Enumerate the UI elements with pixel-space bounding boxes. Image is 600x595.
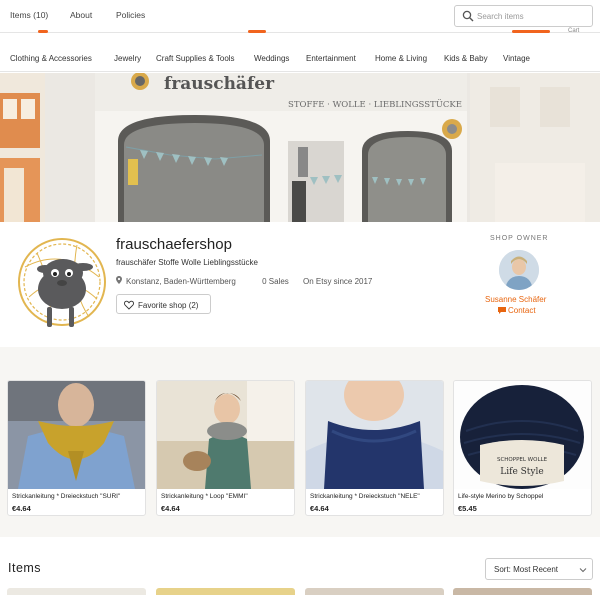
message-icon <box>498 307 506 314</box>
shop-tagline: frauschäfer Stoffe Wolle Lieblingsstücke <box>116 258 259 267</box>
cart-label[interactable]: Cart <box>568 28 579 34</box>
sort-dropdown[interactable]: Sort: Most Recent <box>485 558 593 580</box>
listing-price: €4.64 <box>310 504 329 513</box>
location-pin-icon <box>116 276 122 284</box>
category-clothing[interactable]: Clothing & Accessories <box>10 54 92 63</box>
shop-name: frauschaefershop <box>116 236 232 253</box>
listing-card[interactable]: SCHOPPEL WOLLE Life Style Life-style Mer… <box>453 380 592 516</box>
shop-location: Konstanz, Baden-Württemberg <box>116 276 250 286</box>
search-box[interactable]: Search items <box>454 5 593 27</box>
accent-mark <box>38 30 48 33</box>
listing-card-peek[interactable] <box>305 588 444 595</box>
search-placeholder[interactable]: Search items <box>477 12 524 21</box>
yarn-brand: SCHOPPEL WOLLE <box>497 457 548 463</box>
featured-listings: Strickanleitung * Dreieckstuch "SURI" €4… <box>0 347 600 537</box>
listing-title[interactable]: Strickanleitung * Loop "EMMI" <box>161 493 248 500</box>
listing-card[interactable]: Strickanleitung * Loop "EMMI" €4.64 <box>156 380 295 516</box>
listing-photo[interactable] <box>8 381 145 489</box>
sort-label: Sort: Most Recent <box>494 565 559 574</box>
category-kids-baby[interactable]: Kids & Baby <box>444 54 488 63</box>
category-vintage[interactable]: Vintage <box>503 54 530 63</box>
owner-name-link[interactable]: Susanne Schäfer <box>485 295 546 304</box>
about-link[interactable]: About <box>70 10 92 20</box>
contact-owner-link[interactable]: Contact <box>498 306 536 315</box>
listing-photo[interactable] <box>306 381 443 489</box>
items-link[interactable]: Items (10) <box>10 10 48 20</box>
items-heading: Items <box>8 561 42 575</box>
listing-title[interactable]: Strickanleitung * Dreieckstuch "SURI" <box>12 493 120 500</box>
shop-info: frauschaefershop frauschäfer Stoffe Woll… <box>0 222 600 347</box>
listing-price: €4.64 <box>161 504 180 513</box>
category-entertainment[interactable]: Entertainment <box>306 54 356 63</box>
chevron-down-icon <box>579 568 587 573</box>
listing-title[interactable]: Life-style Merino by Schoppel <box>458 493 543 500</box>
category-jewelry[interactable]: Jewelry <box>114 54 141 63</box>
listing-price: €4.64 <box>12 504 31 513</box>
category-craft-supplies[interactable]: Craft Supplies & Tools <box>156 54 235 63</box>
policies-link[interactable]: Policies <box>116 10 145 20</box>
shop-meta: Konstanz, Baden-Württemberg 0 Sales On E… <box>116 276 384 286</box>
shop-banner: frauschäfer STOFFE · WOLLE · LIEBLINGSST… <box>0 73 600 222</box>
listing-price: €5.45 <box>458 504 477 513</box>
shop-location-text: Konstanz, Baden-Württemberg <box>126 277 236 286</box>
accent-mark <box>512 30 550 33</box>
contact-label: Contact <box>508 306 536 315</box>
accent-mark <box>248 30 266 33</box>
shop-since: On Etsy since 2017 <box>303 277 373 286</box>
shop-owner-heading: SHOP OWNER <box>490 235 549 242</box>
owner-photo <box>499 250 539 290</box>
top-nav: Items (10) About Policies Cart Search it… <box>0 0 600 34</box>
listing-photo[interactable] <box>157 381 294 489</box>
yarn-line: Life Style <box>500 467 543 477</box>
listing-title[interactable]: Strickanleitung * Dreieckstuch "NELE" <box>310 493 420 500</box>
banner-brand: frauschäfer <box>164 74 275 94</box>
shop-logo[interactable] <box>17 237 107 337</box>
category-bar: Clothing & Accessories Jewelry Craft Sup… <box>0 45 600 72</box>
listing-photo[interactable]: SCHOPPEL WOLLE Life Style <box>454 381 591 489</box>
listing-card[interactable]: Strickanleitung * Dreieckstuch "NELE" €4… <box>305 380 444 516</box>
storefront-photo: frauschäfer STOFFE · WOLLE · LIEBLINGSST… <box>0 73 600 222</box>
search-icon <box>462 10 474 22</box>
listing-card-peek[interactable] <box>7 588 146 595</box>
banner-sign-text: STOFFE · WOLLE · LIEBLINGSSTÜCKE <box>288 98 462 110</box>
listing-card[interactable]: Strickanleitung * Dreieckstuch "SURI" €4… <box>7 380 146 516</box>
listing-card-peek[interactable] <box>156 588 295 595</box>
category-home-living[interactable]: Home & Living <box>375 54 427 63</box>
listing-card-peek[interactable] <box>453 588 592 595</box>
owner-avatar[interactable] <box>499 250 539 290</box>
heart-icon <box>124 300 134 310</box>
shop-sales[interactable]: 0 Sales <box>262 277 289 286</box>
category-weddings[interactable]: Weddings <box>254 54 289 63</box>
favorite-shop-button[interactable]: Favorite shop (2) <box>116 294 211 314</box>
favorite-shop-label: Favorite shop (2) <box>138 301 199 310</box>
